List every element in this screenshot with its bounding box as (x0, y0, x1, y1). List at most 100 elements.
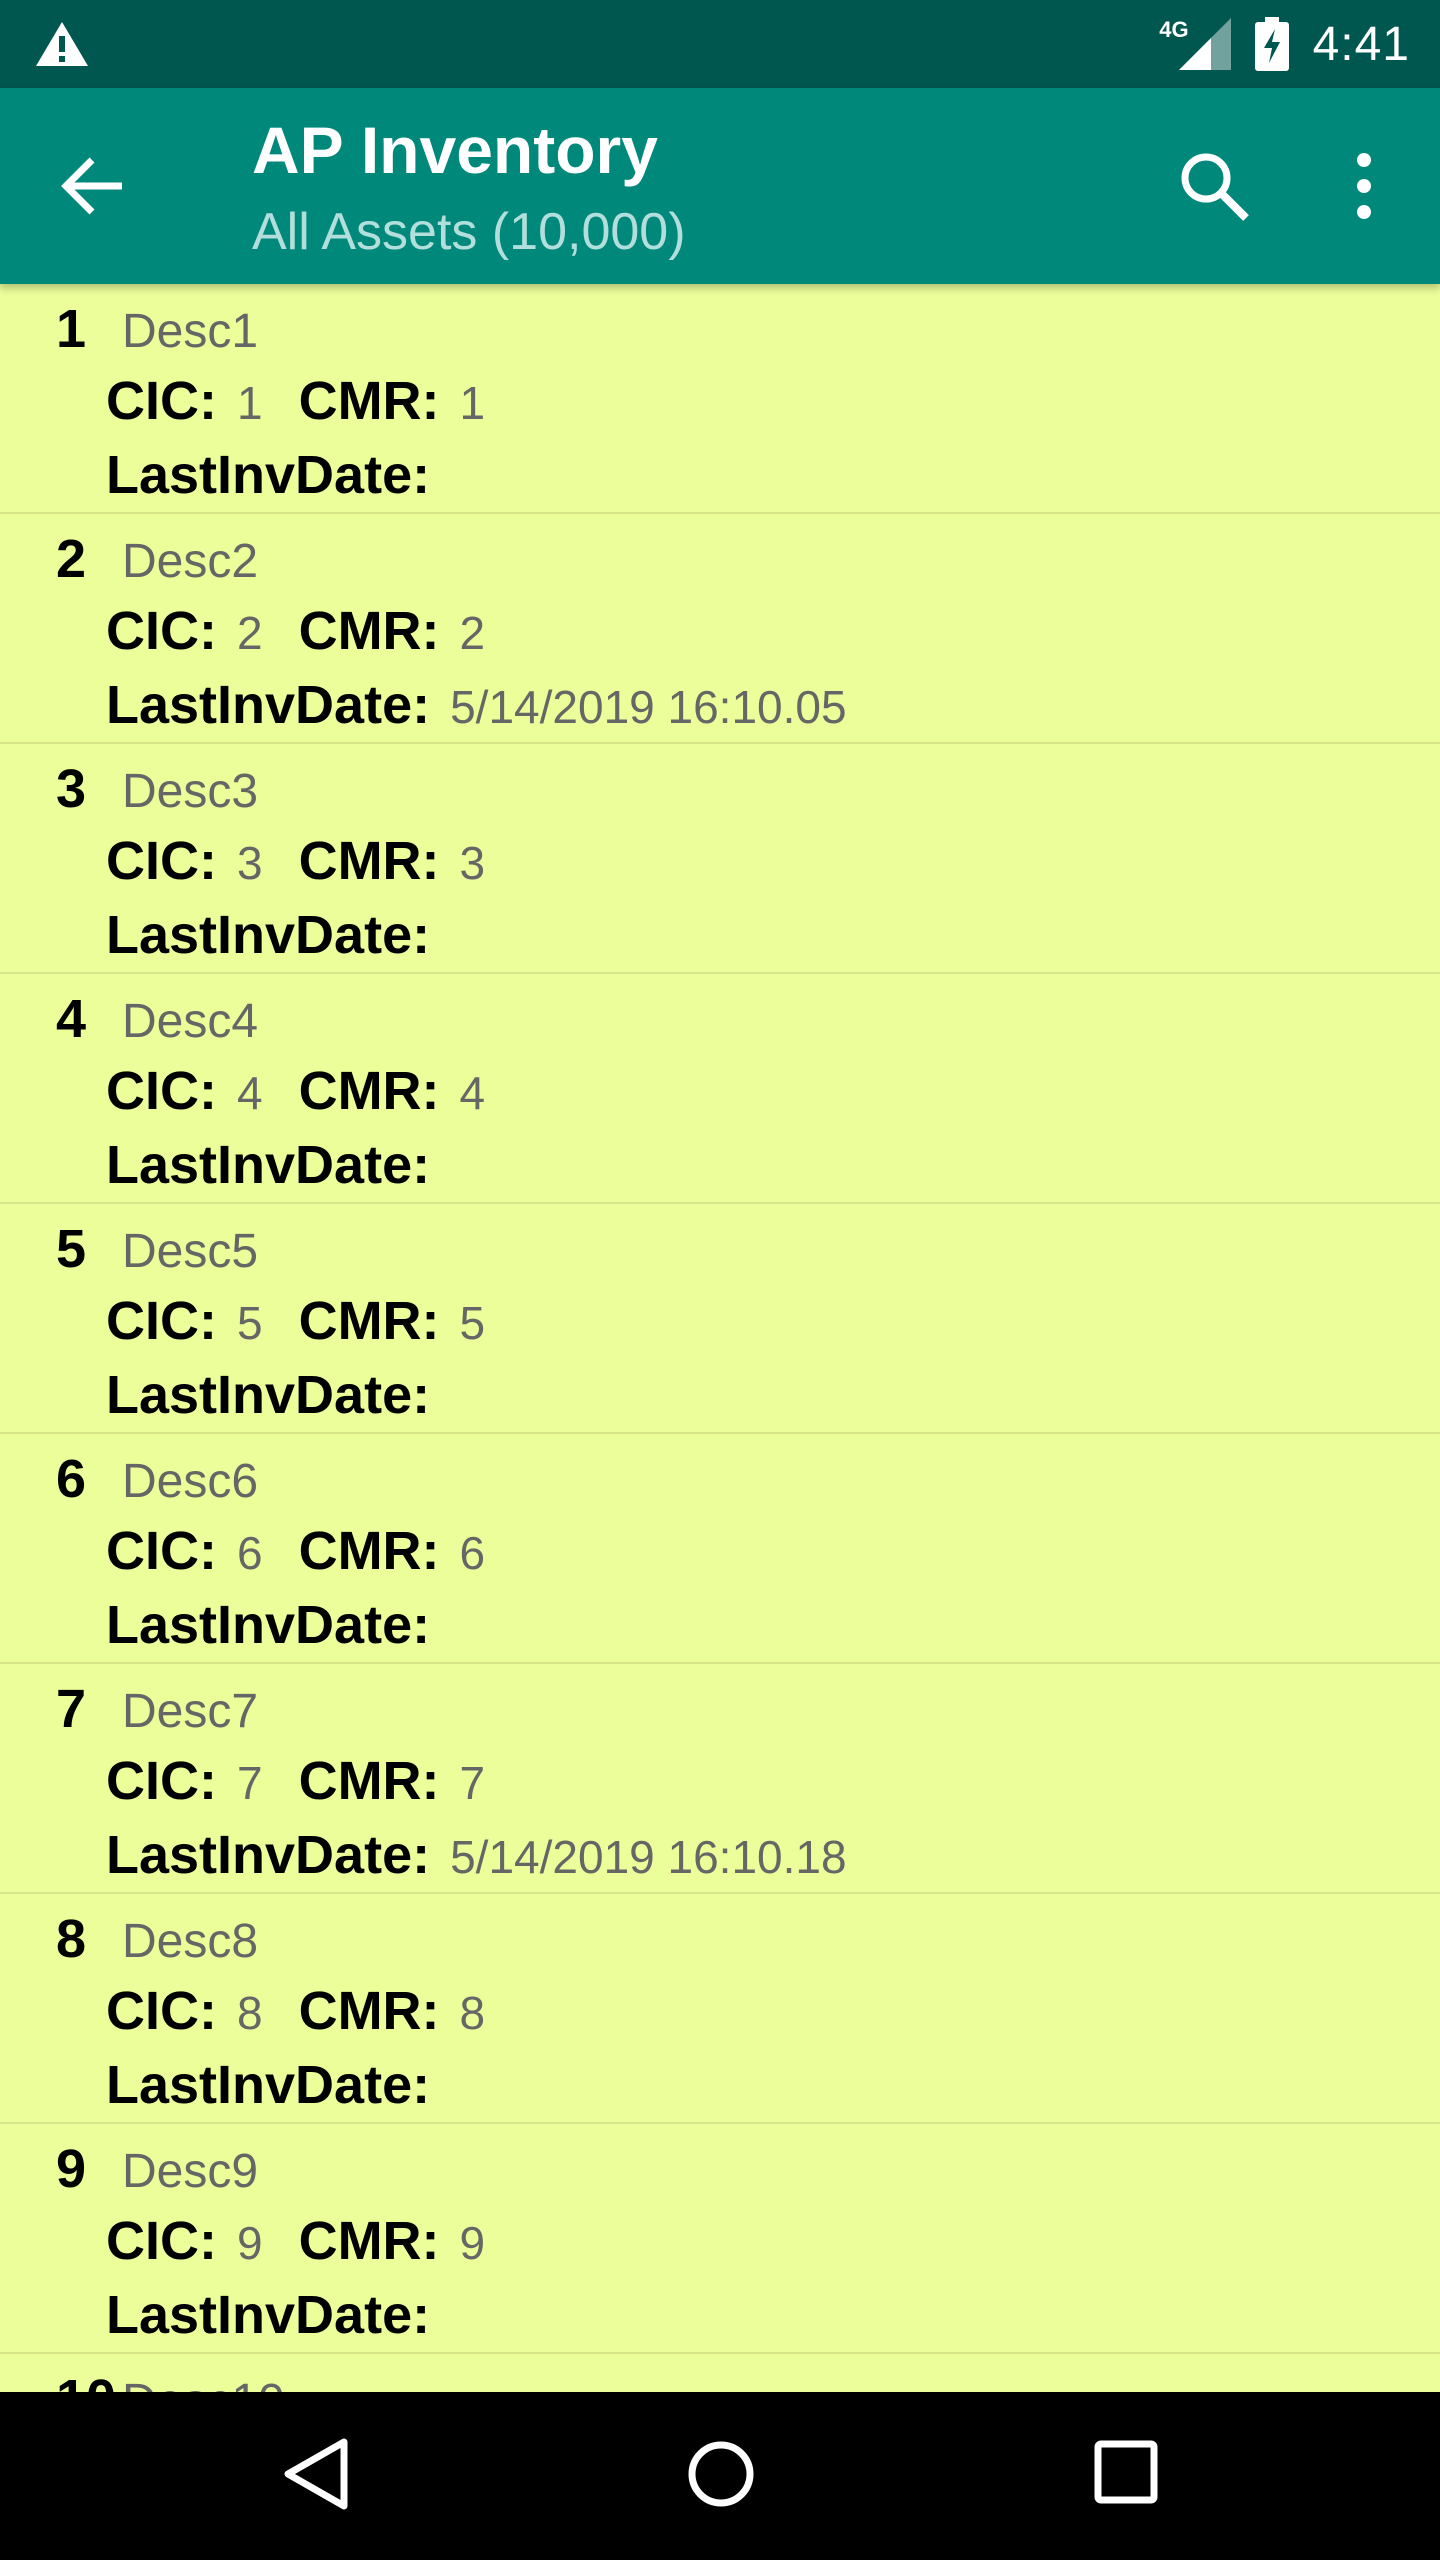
item-codes: CIC: 7 CMR: 7 (106, 1750, 485, 1812)
cic-value: 7 (236, 1757, 263, 1809)
list-item[interactable]: 5 Desc5 CIC: 5 CMR: 5 LastInvDate: (0, 1204, 1440, 1434)
nav-recents-icon[interactable] (1094, 2440, 1158, 2504)
cmr-label: CMR: (298, 371, 440, 431)
item-number: 6 (56, 1449, 87, 1509)
cmr-label: CMR: (298, 1521, 440, 1581)
page-subtitle: All Assets (10,000) (252, 203, 686, 261)
item-last-inv: LastInvDate: (106, 1364, 450, 1426)
cmr-label: CMR: (298, 2211, 440, 2271)
cic-value: 5 (236, 1297, 263, 1349)
item-last-inv: LastInvDate: (106, 904, 450, 966)
last-inv-date-value: 5/14/2019 16:10.18 (450, 1831, 847, 1883)
last-inv-date-label: LastInvDate: (106, 1825, 431, 1885)
list-item[interactable]: 9 Desc9 CIC: 9 CMR: 9 LastInvDate: (0, 2124, 1440, 2354)
cic-value: 4 (236, 1067, 263, 1119)
cic-label: CIC: (106, 2211, 217, 2271)
search-icon[interactable] (1176, 148, 1252, 224)
item-codes: CIC: 8 CMR: 8 (106, 1980, 485, 2042)
nav-back-icon[interactable] (282, 2436, 350, 2512)
status-bar: 4G 4:41 (0, 0, 1440, 88)
last-inv-date-label: LastInvDate: (106, 2285, 431, 2345)
list-item[interactable]: 1 Desc1 CIC: 1 CMR: 1 LastInvDate: (0, 284, 1440, 514)
list-item[interactable]: 6 Desc6 CIC: 6 CMR: 6 LastInvDate: (0, 1434, 1440, 1664)
last-inv-date-label: LastInvDate: (106, 2055, 431, 2115)
item-codes: CIC: 2 CMR: 2 (106, 600, 485, 662)
cic-value: 6 (236, 1527, 263, 1579)
list-item[interactable]: 2 Desc2 CIC: 2 CMR: 2 LastInvDate: 5/14/2019 16… (0, 514, 1440, 744)
cic-value: 3 (236, 837, 263, 889)
nav-home-icon[interactable] (686, 2436, 756, 2512)
item-number: 10 (56, 2368, 116, 2392)
status-right: 4G 4:41 (1159, 0, 1410, 88)
last-inv-date-label: LastInvDate: (106, 445, 431, 505)
item-codes: CIC: 9 CMR: 9 (106, 2210, 485, 2272)
item-codes: CIC: 4 CMR: 4 (106, 1060, 485, 1122)
item-number: 9 (56, 2139, 87, 2199)
list-item[interactable]: 3 Desc3 CIC: 3 CMR: 3 LastInvDate: (0, 744, 1440, 974)
page-title: AP Inventory (252, 113, 658, 187)
cmr-label: CMR: (298, 1291, 440, 1351)
last-inv-date-label: LastInvDate: (106, 1365, 431, 1425)
last-inv-date-label: LastInvDate: (106, 905, 431, 965)
item-number: 3 (56, 759, 87, 819)
cmr-value: 6 (459, 1527, 486, 1579)
item-last-inv: LastInvDate: 5/14/2019 16:10.05 (106, 674, 847, 736)
item-last-inv: LastInvDate: 5/14/2019 16:10.18 (106, 1824, 847, 1886)
item-last-inv: LastInvDate: (106, 444, 450, 506)
item-number: 1 (56, 299, 87, 359)
cic-value: 1 (236, 377, 263, 429)
network-type: 4G (1159, 17, 1189, 42)
cmr-value: 3 (459, 837, 486, 889)
item-description: Desc6 (122, 1455, 259, 1508)
cic-label: CIC: (106, 1981, 217, 2041)
list-item[interactable]: 7 Desc7 CIC: 7 CMR: 7 LastInvDate: 5/14/2019 16… (0, 1664, 1440, 1894)
item-codes: CIC: 5 CMR: 5 (106, 1290, 485, 1352)
cic-label: CIC: (106, 1521, 217, 1581)
cmr-value: 8 (459, 1987, 486, 2039)
last-inv-date-value: 5/14/2019 16:10.05 (450, 681, 847, 733)
cmr-label: CMR: (298, 1981, 440, 2041)
cic-label: CIC: (106, 371, 217, 431)
cmr-value: 4 (459, 1067, 486, 1119)
cic-value: 8 (236, 1987, 263, 2039)
item-description: Desc3 (122, 765, 259, 818)
item-description: Desc1 (122, 305, 259, 358)
list-item[interactable]: 10Desc10CIC:CMR:LastInvDate: (0, 2354, 1440, 2392)
item-description: Desc2 (122, 535, 259, 588)
screen: 4G 4:41 AP Inventory All Assets (10,000) (0, 0, 1440, 2560)
more-vert-icon[interactable] (1336, 148, 1392, 224)
cic-value: 9 (236, 2217, 263, 2269)
cmr-value: 9 (459, 2217, 486, 2269)
item-number: 8 (56, 1909, 87, 1969)
cmr-label: CMR: (298, 1751, 440, 1811)
last-inv-date-label: LastInvDate: (106, 675, 431, 735)
item-description: Desc7 (122, 1685, 259, 1738)
item-number: 5 (56, 1219, 87, 1279)
item-number: 2 (56, 529, 87, 589)
asset-list[interactable]: 1 Desc1 CIC: 1 CMR: 1 LastInvDate: 2 Desc2 CIC: 2 C… (0, 284, 1440, 2392)
back-arrow-icon[interactable] (58, 150, 130, 222)
item-last-inv: LastInvDate: (106, 2054, 450, 2116)
item-number: 7 (56, 1679, 87, 1739)
cic-label: CIC: (106, 1751, 217, 1811)
cmr-value: 2 (459, 607, 486, 659)
cmr-label: CMR: (298, 1061, 440, 1121)
item-codes: CIC: 3 CMR: 3 (106, 830, 485, 892)
item-description: Desc5 (122, 1225, 259, 1278)
cic-label: CIC: (106, 1291, 217, 1351)
item-last-inv: LastInvDate: (106, 1134, 450, 1196)
list-item[interactable]: 8 Desc8 CIC: 8 CMR: 8 LastInvDate: (0, 1894, 1440, 2124)
cmr-label: CMR: (298, 831, 440, 891)
navigation-bar (0, 2392, 1440, 2560)
list-item[interactable]: 4 Desc4 CIC: 4 CMR: 4 LastInvDate: (0, 974, 1440, 1204)
item-description: Desc9 (122, 2145, 259, 2198)
cic-label: CIC: (106, 831, 217, 891)
cmr-value: 1 (459, 377, 486, 429)
cmr-value: 5 (459, 1297, 486, 1349)
item-description: Desc4 (122, 995, 259, 1048)
item-description: Desc8 (122, 1915, 259, 1968)
battery-charging-icon (1254, 17, 1289, 71)
cic-label: CIC: (106, 601, 217, 661)
item-codes: CIC: 6 CMR: 6 (106, 1520, 485, 1582)
item-codes: CIC: 1 CMR: 1 (106, 370, 485, 432)
